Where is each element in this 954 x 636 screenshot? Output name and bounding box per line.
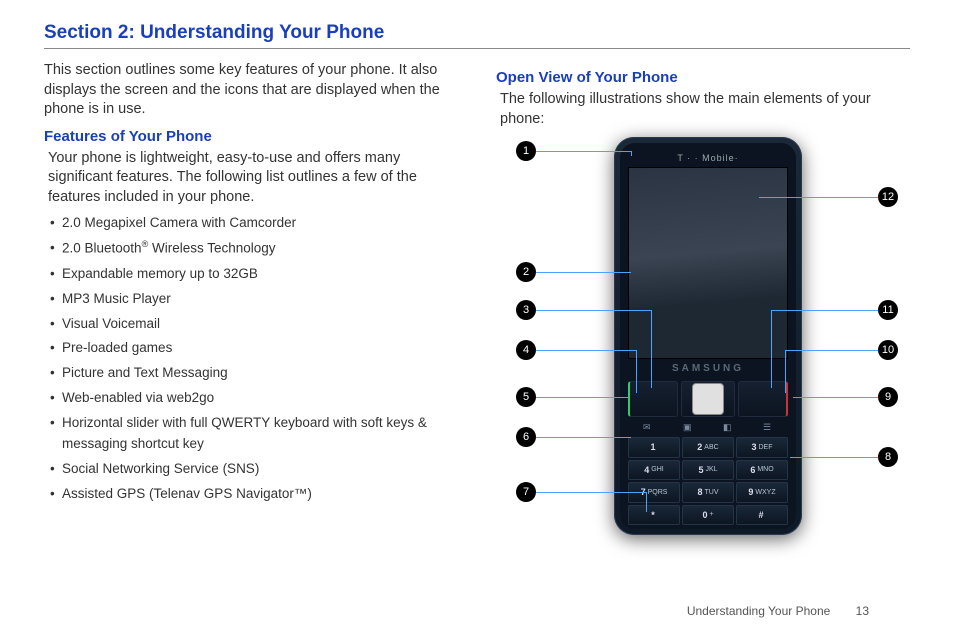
num-key-9: 9WXYZ [736, 482, 788, 503]
feature-item: Assisted GPS (Telenav GPS Navigator™) [50, 484, 458, 505]
num-key-4: 4GHI [628, 460, 680, 481]
intro-paragraph: This section outlines some key features … [44, 61, 458, 120]
callout-7: 7 [516, 482, 536, 502]
num-key-1: 1 [628, 437, 680, 458]
left-column: This section outlines some key features … [44, 61, 458, 547]
page-footer: Understanding Your Phone 13 [687, 604, 869, 618]
feature-item: Web-enabled via web2go [50, 388, 458, 409]
callout-3: 3 [516, 300, 536, 320]
open-view-intro: The following illustrations show the mai… [500, 90, 910, 129]
callout-1: 1 [516, 141, 536, 161]
right-soft-key [738, 381, 788, 417]
carrier-brand: T · · Mobile· [614, 153, 802, 163]
footer-text: Understanding Your Phone [687, 604, 830, 618]
phone-diagram: T · · Mobile· SAMSUNG ✉ ▣ ◧ ☰ [496, 137, 910, 547]
num-key-2: 2ABC [682, 437, 734, 458]
right-column: Open View of Your Phone The following il… [496, 61, 910, 547]
feature-item: Picture and Text Messaging [50, 363, 458, 384]
feature-item: 2.0 Bluetooth® Wireless Technology [50, 238, 458, 259]
callout-6: 6 [516, 427, 536, 447]
keypad: 1 2ABC 3DEF 4GHI 5JKL 6MNO 7PQRS 8TUV 9W… [628, 437, 788, 525]
num-key-hash: # [736, 505, 788, 526]
title-rule [44, 48, 910, 49]
callout-8: 8 [878, 447, 898, 467]
feature-item: MP3 Music Player [50, 289, 458, 310]
section-title: Section 2: Understanding Your Phone [44, 22, 910, 44]
feature-item: Pre-loaded games [50, 338, 458, 359]
dpad [681, 381, 735, 417]
num-key-8: 8TUV [682, 482, 734, 503]
callout-2: 2 [516, 262, 536, 282]
features-heading: Features of Your Phone [44, 128, 458, 145]
open-view-heading: Open View of Your Phone [496, 69, 910, 86]
callout-9: 9 [878, 387, 898, 407]
num-key-star: * [628, 505, 680, 526]
feature-item: 2.0 Megapixel Camera with Camcorder [50, 213, 458, 234]
callout-12: 12 [878, 187, 898, 207]
callout-4: 4 [516, 340, 536, 360]
feature-item: Horizontal slider with full QWERTY keybo… [50, 413, 458, 455]
num-key-5: 5JKL [682, 460, 734, 481]
shortcut-icon: ☰ [763, 422, 773, 432]
feature-item: Visual Voicemail [50, 314, 458, 335]
features-list: 2.0 Megapixel Camera with Camcorder 2.0 … [50, 213, 458, 505]
num-key-3: 3DEF [736, 437, 788, 458]
num-key-6: 6MNO [736, 460, 788, 481]
callout-11: 11 [878, 300, 898, 320]
callout-5: 5 [516, 387, 536, 407]
features-intro: Your phone is lightweight, easy-to-use a… [48, 149, 458, 208]
shortcut-icon: ✉ [643, 422, 653, 432]
num-key-0: 0+ [682, 505, 734, 526]
nav-row [628, 381, 788, 417]
page-number: 13 [856, 604, 869, 618]
callout-10: 10 [878, 340, 898, 360]
manufacturer-logo: SAMSUNG [614, 363, 802, 374]
shortcut-icon-row: ✉ ▣ ◧ ☰ [628, 420, 788, 434]
shortcut-icon: ▣ [683, 422, 693, 432]
feature-item: Expandable memory up to 32GB [50, 264, 458, 285]
phone-screen [628, 167, 788, 359]
feature-item: Social Networking Service (SNS) [50, 459, 458, 480]
shortcut-icon: ◧ [723, 422, 733, 432]
